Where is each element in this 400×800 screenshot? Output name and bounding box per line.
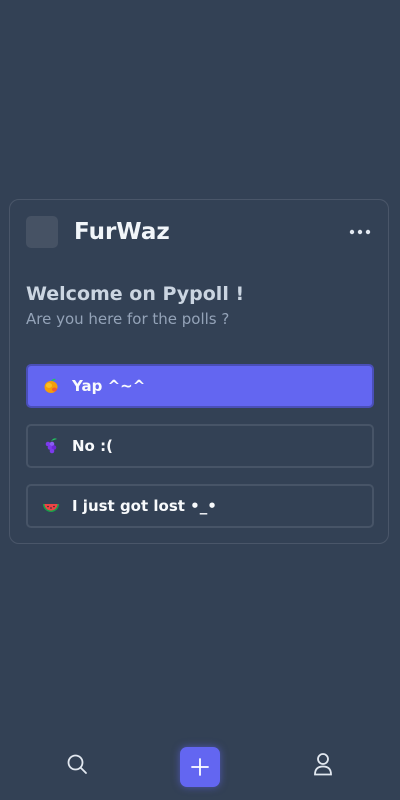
nav-search-button[interactable] (57, 744, 97, 784)
nav-profile-button[interactable] (303, 744, 343, 784)
more-options-button[interactable] (348, 222, 372, 242)
more-horizontal-icon (349, 229, 371, 235)
poll-option-lost[interactable]: I just got lost •_• (26, 484, 374, 528)
poll-header: FurWaz (26, 216, 372, 248)
nav-add-button[interactable] (180, 747, 220, 787)
poll-option-label: I just got lost •_• (72, 497, 217, 515)
poll-option-no[interactable]: No :( (26, 424, 374, 468)
search-icon (66, 753, 88, 775)
poll-author[interactable]: FurWaz (74, 217, 170, 247)
poll-subtitle: Are you here for the polls ? (26, 310, 230, 328)
bottom-nav (0, 744, 400, 790)
user-icon (312, 752, 334, 776)
poll-option-label: Yap ^~^ (72, 377, 146, 395)
poll-option-label: No :( (72, 437, 113, 455)
mango-icon (42, 377, 60, 395)
grapes-icon (42, 437, 60, 455)
poll-card: FurWaz Welcome on Pypoll ! Are you here … (9, 199, 389, 544)
poll-title: Welcome on Pypoll ! (26, 283, 245, 305)
watermelon-icon (42, 497, 60, 515)
poll-option-yap[interactable]: Yap ^~^ (26, 364, 374, 408)
avatar[interactable] (26, 216, 58, 248)
plus-icon (190, 757, 210, 777)
